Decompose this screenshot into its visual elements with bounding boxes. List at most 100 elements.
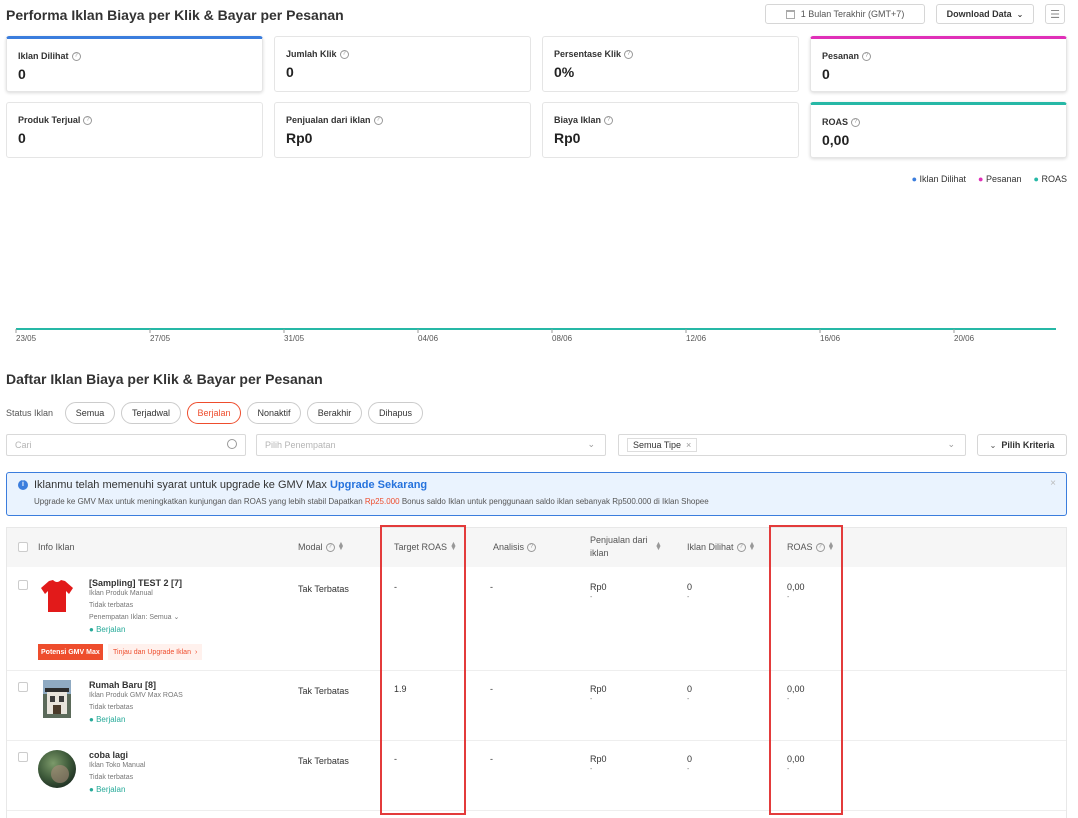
- row-divider: [7, 670, 1066, 671]
- banner-body-before: Upgrade ke GMV Max untuk meningkatkan ku…: [34, 497, 363, 506]
- ad-name[interactable]: [Sampling] TEST 2 [7]: [89, 578, 182, 588]
- metric-label: Biaya Iklan?: [554, 115, 614, 125]
- search-input[interactable]: Cari: [6, 434, 246, 456]
- calendar-icon: [785, 9, 795, 19]
- metric-card-iklan-dilihat[interactable]: Iklan Dilihat? 0: [6, 36, 263, 92]
- metric-label: ROAS?: [822, 117, 861, 127]
- placement-select[interactable]: Pilih Penempatan ⌄: [256, 434, 606, 456]
- list-title: Daftar Iklan Biaya per Klik & Bayar per …: [6, 371, 323, 387]
- row-checkbox[interactable]: [18, 752, 28, 762]
- banner-body-after: Bonus saldo Iklan untuk penggunaan saldo…: [401, 497, 709, 506]
- analisis-cell: -: [490, 684, 493, 694]
- status-berakhir[interactable]: Berakhir: [307, 402, 362, 424]
- gmv-potential-badge: Potensi GMV Max: [38, 644, 103, 660]
- sort-icon: ▲ ▼: [748, 541, 756, 552]
- help-icon: ?: [851, 117, 861, 127]
- download-label: Download Data: [946, 9, 1012, 19]
- ad-limit: Tidak terbatas: [89, 774, 134, 781]
- metric-value: 0,00: [822, 132, 850, 148]
- help-icon: ?: [339, 49, 349, 59]
- search-placeholder: Cari: [15, 440, 32, 450]
- legend-item-roas[interactable]: ● ROAS: [1034, 174, 1067, 184]
- metric-card-penjualan-dari-iklan[interactable]: Penjualan dari iklan? Rp0: [274, 102, 531, 158]
- ad-limit: Tidak terbatas: [89, 704, 134, 711]
- legend-item-iklan-dilihat[interactable]: ● Iklan Dilihat: [912, 174, 966, 184]
- chevron-right-icon: ›: [194, 648, 198, 656]
- table-row[interactable]: Rumah Baru [8] Iklan Produk GMV Max ROAS…: [89, 680, 183, 726]
- x-tick-label: 16/06: [820, 334, 841, 343]
- placement-placeholder: Pilih Penempatan: [265, 440, 336, 450]
- store-avatar: [38, 750, 76, 788]
- x-tick-label: 12/06: [686, 334, 707, 343]
- metric-label: Penjualan dari iklan?: [286, 115, 383, 125]
- status-nonaktif[interactable]: Nonaktif: [247, 402, 301, 424]
- metric-card-produk-terjual[interactable]: Produk Terjual? 0: [6, 102, 263, 158]
- x-tick-label: 20/06: [954, 334, 975, 343]
- highlight-box-roas: [769, 525, 843, 815]
- upgrade-link[interactable]: Upgrade Sekarang: [330, 479, 427, 491]
- banner-title: Iklanmu telah memenuhi syarat untuk upgr…: [34, 479, 427, 491]
- penjualan-cell: Rp0-: [590, 754, 607, 773]
- metric-card-pesanan[interactable]: Pesanan? 0: [810, 36, 1067, 92]
- metric-card-persentase-klik[interactable]: Persentase Klik? 0%: [542, 36, 799, 92]
- help-icon: ?: [862, 51, 872, 61]
- col-modal[interactable]: Modal? ▲ ▼: [298, 527, 344, 567]
- metric-value: 0: [822, 66, 830, 82]
- select-all-checkbox[interactable]: [18, 542, 28, 552]
- row-divider: [7, 810, 1066, 811]
- ad-type: Iklan Produk GMV Max ROAS: [89, 692, 183, 699]
- status-dihapus[interactable]: Dihapus: [368, 402, 423, 424]
- type-tag[interactable]: Semua Tipe ×: [627, 438, 698, 452]
- chevron-down-icon: ⌄: [587, 439, 595, 449]
- type-select[interactable]: Semua Tipe × ⌄: [618, 434, 966, 456]
- info-icon: i: [18, 480, 28, 490]
- review-upgrade-link[interactable]: Tinjau dan Upgrade Iklan ›: [108, 644, 203, 660]
- row-checkbox[interactable]: [18, 682, 28, 692]
- status-terjadwal[interactable]: Terjadwal: [121, 402, 181, 424]
- x-tick-label: 23/05: [16, 334, 37, 343]
- house-thumbnail: [43, 680, 71, 718]
- penjualan-cell: Rp0-: [590, 684, 607, 703]
- date-range-picker[interactable]: 1 Bulan Terakhir (GMT+7): [765, 4, 925, 24]
- table-row[interactable]: [Sampling] TEST 2 [7] Iklan Produk Manua…: [89, 578, 182, 636]
- table-row[interactable]: coba lagi Iklan Toko Manual Tidak terbat…: [89, 750, 145, 796]
- criteria-label: Pilih Kriteria: [1001, 440, 1055, 450]
- chart-legend: ● Iklan Dilihat ● Pesanan ● ROAS: [912, 174, 1067, 184]
- analisis-cell: -: [490, 754, 493, 764]
- sort-icon: ▲ ▼: [337, 541, 345, 552]
- modal-cell: Tak Terbatas: [298, 756, 349, 766]
- status-semua[interactable]: Semua: [65, 402, 115, 424]
- metric-card-roas[interactable]: ROAS? 0,00: [810, 102, 1067, 158]
- chevron-down-icon: ⌄: [173, 614, 180, 621]
- criteria-button[interactable]: ⌄ Pilih Kriteria: [977, 434, 1067, 456]
- ads-table: [6, 527, 1067, 818]
- metric-value: 0: [286, 64, 294, 80]
- legend-item-pesanan[interactable]: ● Pesanan: [978, 174, 1021, 184]
- row-checkbox[interactable]: [18, 580, 28, 590]
- highlight-box-target-roas: [380, 525, 466, 815]
- ad-name[interactable]: Rumah Baru [8]: [89, 680, 183, 690]
- chevron-down-icon: ⌄: [1016, 9, 1024, 19]
- close-icon[interactable]: ×: [686, 440, 691, 450]
- x-tick-label: 08/06: [552, 334, 573, 343]
- x-tick-label: 31/05: [284, 334, 305, 343]
- status-berjalan[interactable]: Berjalan: [187, 402, 241, 424]
- metric-value: Rp0: [554, 130, 581, 146]
- upgrade-banner: i Iklanmu telah memenuhi syarat untuk up…: [6, 472, 1067, 516]
- ad-name[interactable]: coba lagi: [89, 750, 145, 760]
- placement-dropdown[interactable]: Penempatan Iklan: Semua ⌄: [89, 612, 182, 624]
- modal-cell: Tak Terbatas: [298, 584, 349, 594]
- menu-icon[interactable]: ☰: [1045, 4, 1065, 24]
- metric-label: Persentase Klik?: [554, 49, 634, 59]
- help-icon: ?: [373, 115, 383, 125]
- col-iklan-dilihat[interactable]: Iklan Dilihat? ▲ ▼: [687, 527, 755, 567]
- metric-value: 0: [18, 130, 26, 146]
- metric-card-biaya-iklan[interactable]: Biaya Iklan? Rp0: [542, 102, 799, 158]
- performance-chart: 23/05 27/05 31/05 04/06 08/06 12/06 16/06 20/06: [15, 328, 1056, 343]
- metric-card-jumlah-klik[interactable]: Jumlah Klik? 0: [274, 36, 531, 92]
- download-data-button[interactable]: Download Data ⌄: [936, 4, 1034, 24]
- col-penjualan[interactable]: Penjualan dari iklan ▲ ▼: [590, 527, 670, 567]
- x-tick-label: 04/06: [418, 334, 439, 343]
- close-icon[interactable]: ×: [1050, 478, 1056, 489]
- status-badge: ● Berjalan: [89, 715, 126, 724]
